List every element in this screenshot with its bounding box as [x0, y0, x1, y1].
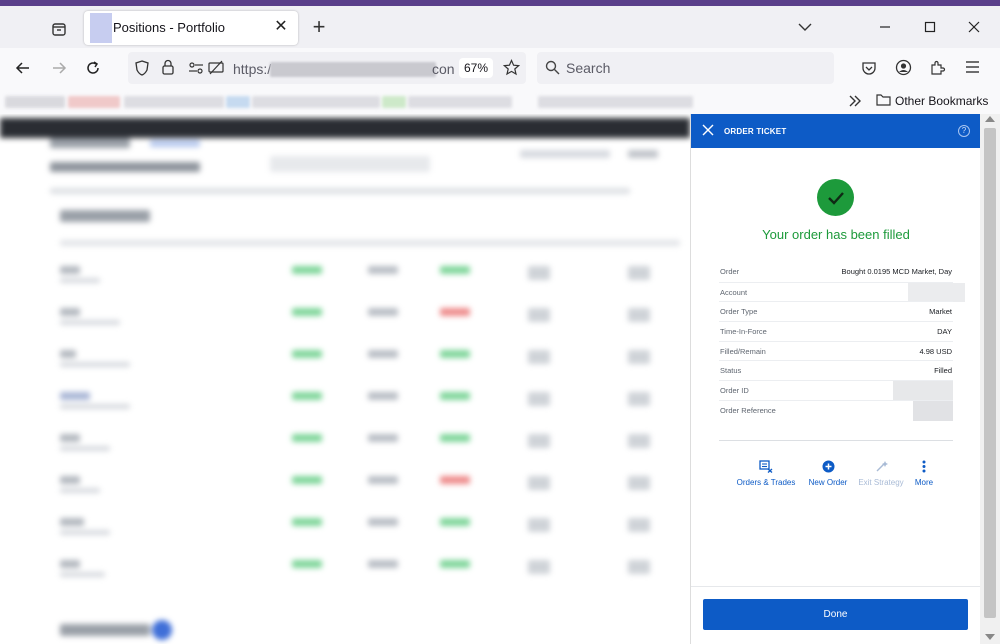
detail-row-status: Status Filled: [719, 360, 953, 380]
other-bookmarks[interactable]: Other Bookmarks: [876, 93, 988, 109]
help-icon[interactable]: ?: [958, 125, 970, 137]
menu-icon[interactable]: [965, 60, 980, 79]
reload-icon[interactable]: [80, 56, 106, 80]
order-ticket-panel: ORDER TICKET ? Your order has been fille…: [690, 114, 981, 644]
close-icon[interactable]: [701, 123, 717, 139]
page-scrollbar[interactable]: [980, 114, 1000, 644]
order-details: Order Bought 0.0195 MCD Market, Day Acco…: [719, 262, 965, 421]
back-icon[interactable]: [10, 56, 36, 80]
detail-label: Order Type: [720, 307, 758, 317]
new-order-button[interactable]: New Order: [805, 460, 851, 487]
detail-row-order: Order Bought 0.0195 MCD Market, Day: [719, 262, 953, 282]
tracking-shield-icon[interactable]: [135, 60, 149, 81]
maximize-icon[interactable]: [918, 16, 942, 38]
bookmark-item[interactable]: [5, 96, 65, 108]
tab-title: Positions - Portfolio: [113, 20, 225, 35]
bookmark-item[interactable]: [538, 96, 693, 108]
plus-circle-icon: [805, 460, 851, 473]
detail-label: Order Reference: [720, 405, 776, 415]
page-top-nav: [0, 118, 690, 138]
order-filled-message: Your order has been filled: [762, 227, 910, 242]
account-icon[interactable]: [895, 59, 912, 81]
detail-row-order-type: Order Type Market: [719, 301, 953, 321]
extensions-icon[interactable]: [929, 59, 946, 81]
minimize-icon[interactable]: [873, 16, 897, 38]
done-button[interactable]: Done: [703, 599, 968, 630]
exit-strategy-button[interactable]: Exit Strategy: [855, 460, 907, 487]
list-all-tabs-icon[interactable]: [793, 16, 817, 38]
detail-row-filled: Filled/Remain 4.98 USD: [719, 340, 953, 361]
bookmark-item[interactable]: [124, 96, 224, 108]
detail-label: Order: [720, 267, 740, 276]
nav-bar: https:/ con 67% Search: [0, 48, 1000, 88]
details-divider: [719, 440, 953, 441]
tab-bar: Positions - Portfolio ✕ +: [0, 6, 1000, 48]
detail-value: Filled: [934, 366, 952, 376]
detail-label: Order ID: [720, 386, 749, 396]
tab-favicon-icon: [90, 13, 112, 43]
url-suffix: con: [432, 61, 455, 77]
bookmark-star-icon[interactable]: [502, 59, 521, 81]
screen-share-blocked-icon[interactable]: [208, 60, 224, 81]
folder-icon: [876, 93, 891, 109]
checkmark-icon: [817, 179, 854, 216]
tab-overview-icon[interactable]: [46, 18, 72, 40]
bookmarks-bar: Other Bookmarks: [0, 88, 1000, 114]
exit-strategy-label: Exit Strategy: [858, 478, 904, 487]
bookmark-item[interactable]: [252, 96, 380, 108]
bookmark-item[interactable]: [226, 96, 250, 108]
detail-row-order-id: Order ID: [719, 380, 953, 402]
detail-value: DAY: [937, 327, 952, 337]
order-ref-redacted: [913, 400, 953, 421]
detail-label: Status: [720, 366, 742, 376]
search-bar[interactable]: Search: [537, 52, 834, 84]
url-redacted: [270, 62, 436, 77]
url-prefix: https:/: [233, 61, 272, 77]
lock-icon[interactable]: [162, 59, 174, 80]
pocket-icon[interactable]: [861, 60, 877, 81]
wand-icon: [855, 460, 907, 473]
search-placeholder: Search: [566, 60, 611, 76]
detail-row-account: Account: [719, 281, 965, 302]
permissions-icon[interactable]: [188, 61, 204, 80]
detail-value: Market: [929, 307, 952, 317]
order-ticket-header: ORDER TICKET ?: [691, 114, 981, 148]
order-id-redacted: [893, 381, 953, 402]
more-bookmarks-icon[interactable]: [848, 94, 862, 112]
window-close-icon[interactable]: [962, 16, 986, 38]
scroll-down-icon[interactable]: [985, 634, 995, 640]
scroll-up-icon[interactable]: [985, 116, 995, 122]
bookmark-item[interactable]: [408, 96, 512, 108]
forward-icon[interactable]: [46, 56, 72, 80]
orders-trades-label: Orders & Trades: [736, 478, 796, 487]
more-label: More: [914, 478, 934, 487]
tab-close-icon[interactable]: ✕: [272, 18, 290, 36]
detail-row-order-ref: Order Reference: [719, 399, 953, 421]
scroll-thumb[interactable]: [984, 128, 996, 618]
account-redacted: [908, 282, 965, 302]
orders-trades-icon: [731, 460, 801, 473]
tab-positions[interactable]: Positions - Portfolio ✕: [84, 11, 298, 45]
vertical-dots-icon: [909, 460, 939, 473]
detail-value: 4.98 USD: [919, 346, 952, 356]
more-button[interactable]: More: [909, 460, 939, 487]
detail-label: Account: [720, 287, 748, 297]
new-order-label: New Order: [808, 478, 848, 487]
detail-label: Time-In-Force: [720, 327, 767, 337]
url-bar[interactable]: https:/ con 67%: [128, 52, 526, 84]
detail-label: Filled/Remain: [720, 346, 766, 356]
other-bookmarks-label: Other Bookmarks: [895, 94, 989, 108]
bookmark-item[interactable]: [382, 96, 406, 108]
orders-trades-button[interactable]: Orders & Trades: [731, 460, 801, 487]
search-icon: [545, 60, 560, 80]
order-actions: Orders & Trades New Order Exit Strategy …: [731, 460, 941, 494]
detail-row-tif: Time-In-Force DAY: [719, 321, 953, 341]
bookmark-item[interactable]: [68, 96, 120, 108]
zoom-level[interactable]: 67%: [459, 58, 493, 78]
order-ticket-footer: Done: [691, 586, 981, 644]
new-tab-icon[interactable]: +: [308, 16, 330, 38]
order-ticket-title: ORDER TICKET: [724, 127, 787, 136]
detail-value: Bought 0.0195 MCD Market, Day: [841, 267, 952, 276]
portfolio-page-blurred: [0, 114, 690, 644]
